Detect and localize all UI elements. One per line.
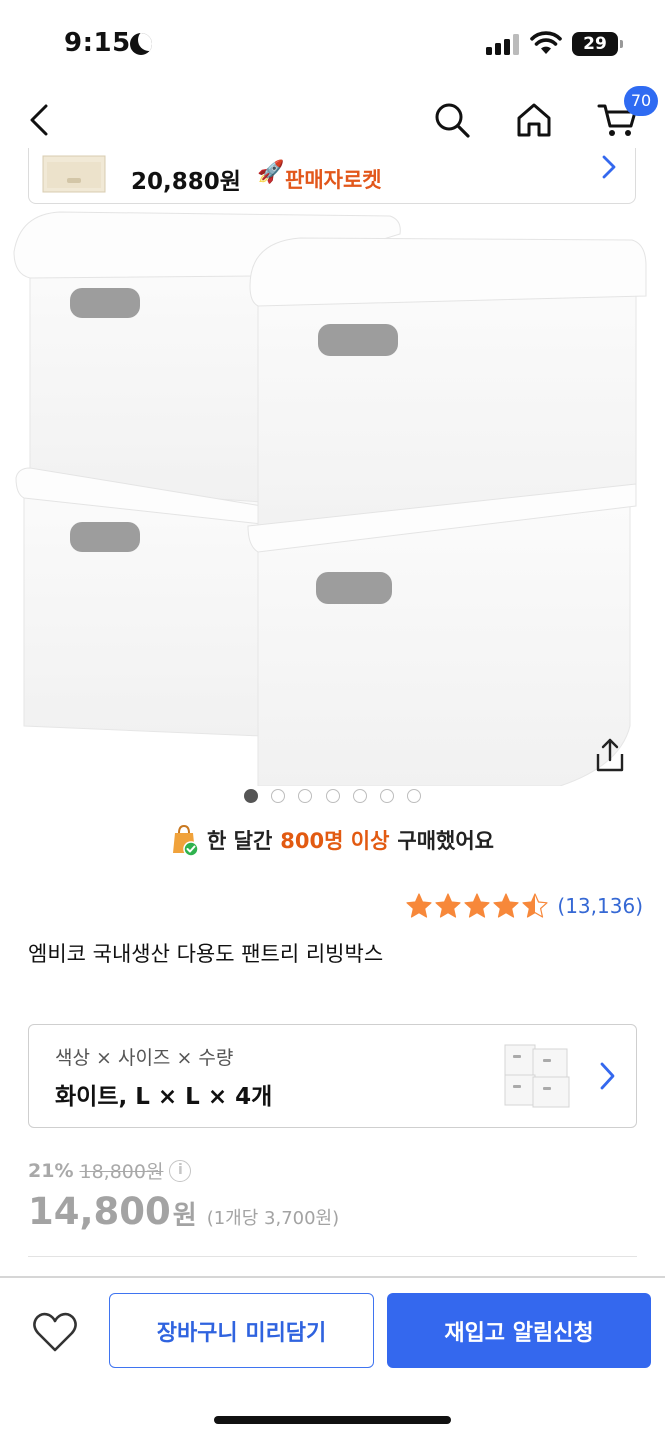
purchase-note-prefix: 한 달간 [207,829,273,853]
chevron-left-icon [30,104,48,136]
review-count-link[interactable]: (13,136) [557,894,643,918]
chevron-right-icon [602,155,616,179]
wifi-icon [530,31,562,54]
bottom-bar-divider [0,1276,665,1278]
cellular-signal-icon [486,33,520,55]
status-bar: 9:15 29 [0,0,665,90]
storage-box [15,467,263,737]
top-nav [0,90,665,150]
seller-rocket-banner[interactable]: 20,880원 🚀 판매자로켓 [28,148,636,204]
purchase-note-highlight: 800명 이상 [280,829,390,853]
sale-price-row: 14,800 원 (1개당 3,700원) [28,1190,339,1233]
carousel-dot[interactable] [271,789,286,803]
discount-row: 21% 18,800원 i [28,1157,192,1184]
share-icon [596,738,624,772]
rocket-badge-label: 판매자로켓 [285,168,382,192]
rocket-icon: 🚀 [257,160,285,185]
search-icon [435,103,470,138]
wishlist-button[interactable] [30,1310,80,1356]
product-image[interactable] [0,206,665,786]
option-value: 화이트, L × L × 4개 [55,1084,273,1110]
star-icon [464,893,491,918]
option-thumbnail [504,1044,570,1108]
price-currency: 원 [172,1201,197,1231]
banner-product-thumbnail [42,155,106,193]
discount-rate: 21% [28,1159,74,1182]
option-selector[interactable]: 색상 × 사이즈 × 수량 화이트, L × L × 4개 [28,1024,637,1128]
storage-box [247,483,637,786]
shopping-bag-check-icon [173,824,199,857]
unit-price: (1개당 3,700원) [206,1208,340,1229]
back-button[interactable] [16,96,64,144]
cart-count-badge: 70 [624,86,658,116]
star-rating [405,892,549,920]
search-button[interactable] [428,96,476,144]
home-button[interactable] [510,96,558,144]
heart-icon [33,1312,77,1352]
chevron-right-icon [600,1062,615,1090]
carousel-dot[interactable] [352,789,367,803]
purchase-count-note: 한 달간 800명 이상 구매했어요 [0,820,665,860]
star-icon [493,893,520,918]
carousel-dot[interactable] [244,789,258,803]
carousel-dot[interactable] [298,789,313,803]
home-indicator [214,1416,451,1424]
star-icon [406,893,433,918]
carousel-dot[interactable] [325,789,340,803]
info-icon[interactable]: i [169,1159,192,1182]
home-icon [517,103,551,137]
product-title: 엠비코 국내생산 다용도 팬트리 리빙박스 [28,942,384,966]
divider [28,1256,637,1257]
sale-price: 14,800 [28,1190,171,1233]
status-time: 9:15 [64,28,131,58]
battery-indicator: 29 [572,32,623,56]
banner-price: 20,880원 [131,169,241,195]
add-to-cart-button[interactable]: 장바구니 미리담기 [109,1293,374,1368]
moon-icon [130,33,152,55]
star-icon [435,893,462,918]
share-button[interactable] [590,736,630,776]
purchase-note-suffix: 구매했어요 [397,829,494,853]
carousel-dot[interactable] [379,789,394,803]
carousel-dot[interactable] [407,789,422,803]
option-label: 색상 × 사이즈 × 수량 [55,1047,234,1069]
original-price: 18,800원 [79,1161,164,1183]
star-icon [522,893,549,918]
restock-alert-button[interactable]: 재입고 알림신청 [387,1293,651,1368]
rating-row[interactable]: (13,136) [405,892,643,920]
